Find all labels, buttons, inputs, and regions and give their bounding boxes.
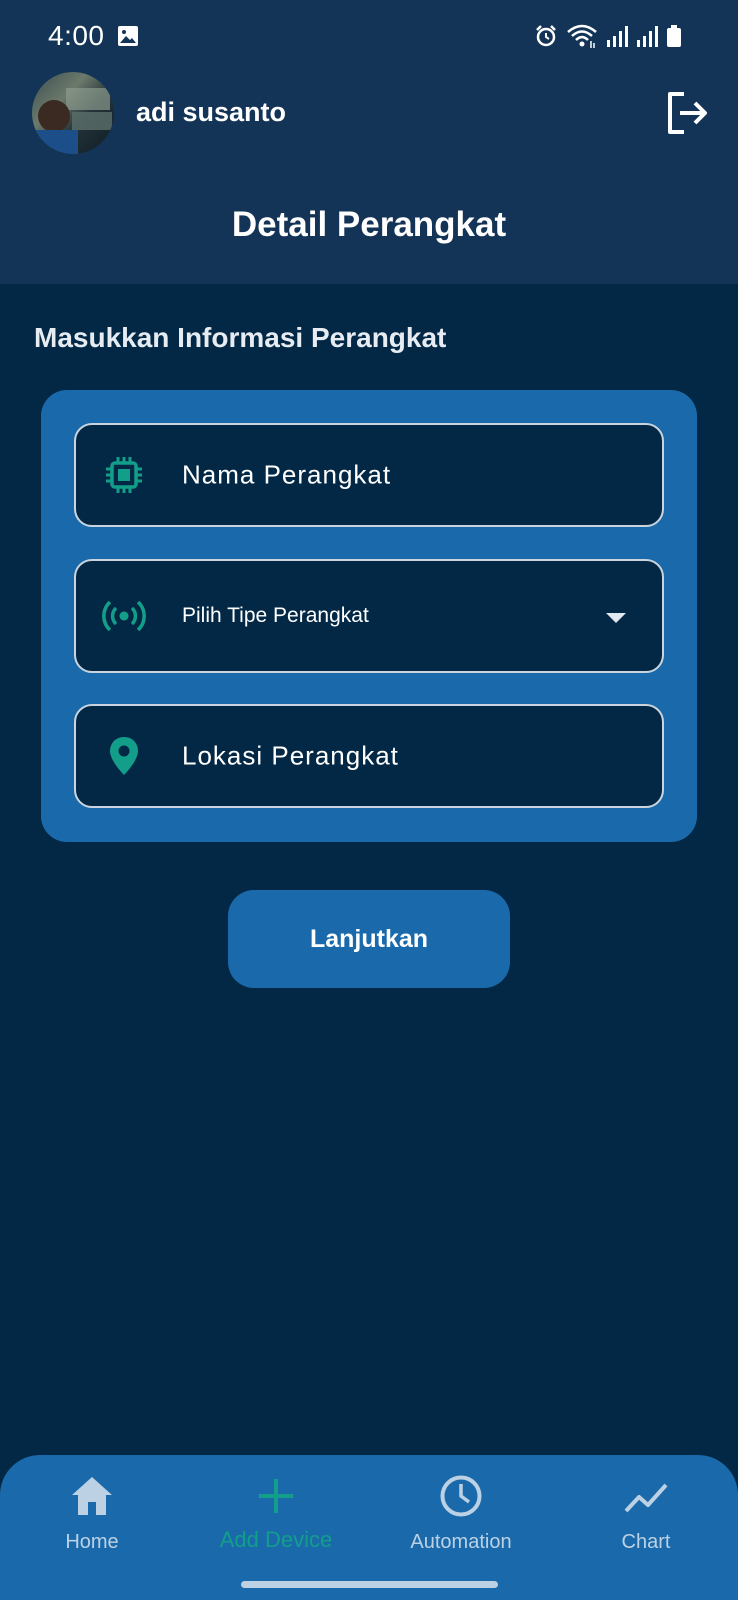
user-name: adi susanto bbox=[136, 97, 287, 127]
battery-icon bbox=[667, 25, 681, 47]
status-icons bbox=[534, 22, 682, 50]
continue-button[interactable]: Lanjutkan bbox=[228, 890, 510, 988]
signal-icon bbox=[637, 26, 658, 47]
device-location-placeholder: Lokasi Perangkat bbox=[182, 740, 399, 771]
nav-label-automation: Automation bbox=[410, 1531, 512, 1553]
nav-item-home[interactable]: Home bbox=[2, 1473, 182, 1573]
home-icon bbox=[72, 1477, 112, 1515]
chip-icon bbox=[106, 457, 142, 493]
home-indicator[interactable] bbox=[241, 1581, 498, 1588]
logout-icon[interactable] bbox=[664, 90, 710, 136]
avatar-photo bbox=[32, 88, 112, 154]
chart-line-icon bbox=[624, 1483, 668, 1513]
clock-icon bbox=[440, 1475, 482, 1517]
chevron-down-icon bbox=[606, 613, 626, 623]
nav-label-add-device: Add Device bbox=[219, 1527, 333, 1552]
nav-label-home: Home bbox=[65, 1531, 119, 1553]
nav-item-automation[interactable]: Automation bbox=[371, 1473, 551, 1573]
nav-item-chart[interactable]: Chart bbox=[556, 1473, 736, 1573]
device-type-dropdown[interactable]: Pilih Tipe Perangkat bbox=[74, 559, 664, 673]
avatar[interactable] bbox=[32, 72, 114, 154]
nav-label-chart: Chart bbox=[621, 1531, 671, 1553]
device-name-field[interactable]: Nama Perangkat bbox=[74, 423, 664, 527]
alarm-icon bbox=[536, 25, 556, 47]
page-title: Detail Perangkat bbox=[231, 205, 507, 244]
section-title: Masukkan Informasi Perangkat bbox=[34, 322, 447, 353]
device-type-placeholder: Pilih Tipe Perangkat bbox=[182, 604, 369, 627]
location-pin-icon bbox=[110, 737, 138, 775]
status-time: 4:00 bbox=[48, 20, 105, 51]
broadcast-icon bbox=[102, 600, 146, 632]
device-location-field[interactable]: Lokasi Perangkat bbox=[74, 704, 664, 808]
device-name-placeholder: Nama Perangkat bbox=[182, 459, 392, 490]
gallery-icon bbox=[118, 26, 138, 46]
plus-icon bbox=[259, 1479, 293, 1513]
nav-item-add-device[interactable]: Add Device bbox=[186, 1473, 366, 1573]
status-bar: 4:00 bbox=[0, 0, 738, 72]
bottom-navigation: Home Add Device Automation Chart bbox=[0, 1455, 738, 1600]
signal-icon bbox=[607, 26, 628, 47]
app-header: 4:00 adi susanto Detail Perangkat bbox=[0, 0, 738, 284]
wifi-icon bbox=[567, 24, 597, 48]
